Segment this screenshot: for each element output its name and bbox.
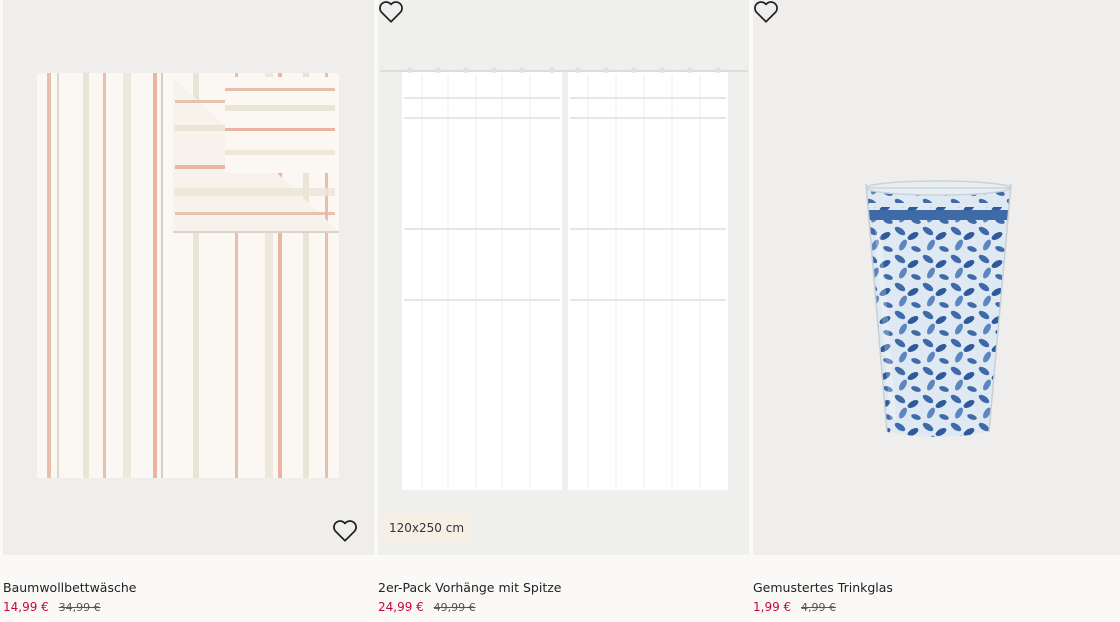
product-image-bedding[interactable]: [3, 0, 374, 555]
heart-outline-icon[interactable]: [378, 0, 404, 24]
product-grid: Baumwollbettwäsche 14,99 € 34,99 € 120x2…: [0, 0, 1120, 622]
size-badge: 120x250 cm: [381, 514, 473, 542]
product-prices: 24,99 € 49,99 €: [378, 600, 476, 614]
product-title[interactable]: Gemustertes Trinkglas: [753, 580, 893, 595]
heart-outline-icon[interactable]: [753, 0, 779, 24]
product-image-curtains[interactable]: 120x250 cm: [378, 0, 749, 555]
product-prices: 1,99 € 4,99 €: [753, 600, 836, 614]
sale-price: 14,99 €: [3, 600, 49, 614]
product-title[interactable]: Baumwollbettwäsche: [3, 580, 136, 595]
product-prices: 14,99 € 34,99 €: [3, 600, 101, 614]
product-card[interactable]: Gemustertes Trinkglas 1,99 € 4,99 €: [753, 0, 1120, 622]
product-title[interactable]: 2er-Pack Vorhänge mit Spitze: [378, 580, 561, 595]
product-card[interactable]: Baumwollbettwäsche 14,99 € 34,99 €: [3, 0, 374, 622]
heart-outline-icon[interactable]: [332, 519, 358, 543]
product-card[interactable]: 120x250 cm 2er-Pack Vorhänge mit Spitze …: [378, 0, 749, 622]
original-price: 34,99 €: [58, 601, 101, 614]
product-image-glass[interactable]: [753, 0, 1120, 555]
original-price: 4,99 €: [801, 601, 836, 614]
sale-price: 1,99 €: [753, 600, 792, 614]
sale-price: 24,99 €: [378, 600, 424, 614]
original-price: 49,99 €: [433, 601, 476, 614]
